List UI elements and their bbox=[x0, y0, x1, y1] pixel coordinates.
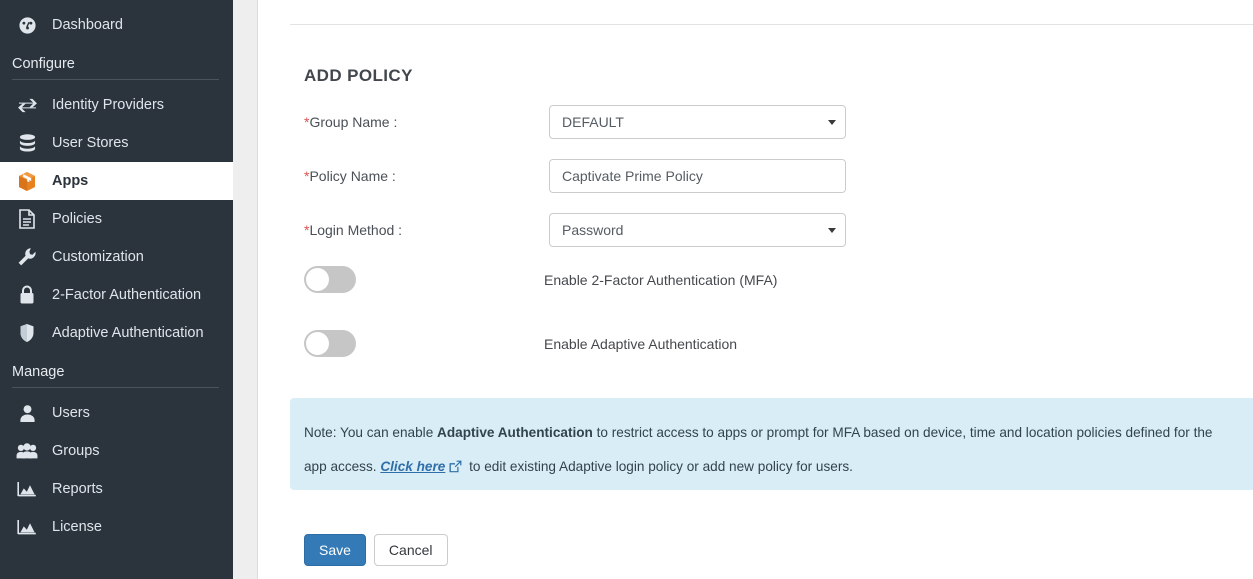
login-method-label: *Login Method : bbox=[304, 222, 549, 238]
toggle-knob bbox=[306, 332, 329, 355]
policy-name-label: *Policy Name : bbox=[304, 168, 549, 184]
form-row-login-method: *Login Method : Password bbox=[304, 213, 904, 247]
sidebar-item-label: Identity Providers bbox=[52, 98, 164, 113]
sidebar-item-label: Dashboard bbox=[52, 18, 123, 33]
toggle-knob bbox=[306, 268, 329, 291]
sidebar-item-identity-providers[interactable]: Identity Providers bbox=[0, 86, 233, 124]
form-actions: Save Cancel bbox=[304, 534, 448, 566]
sidebar-item-license[interactable]: License bbox=[0, 508, 233, 546]
sidebar-item-label: Groups bbox=[52, 444, 100, 459]
sidebar-item-apps[interactable]: Apps bbox=[0, 162, 233, 200]
note-text-bold: Adaptive Authentication bbox=[437, 425, 593, 440]
toggle-row-mfa: Enable 2-Factor Authentication (MFA) bbox=[304, 266, 1064, 293]
policy-name-value: Captivate Prime Policy bbox=[562, 168, 703, 184]
gauge-icon bbox=[14, 14, 40, 36]
sidebar-item-2-factor-authentication[interactable]: 2-Factor Authentication bbox=[0, 276, 233, 314]
document-icon bbox=[14, 208, 40, 230]
exchange-arrows-icon bbox=[14, 94, 40, 116]
chevron-down-icon bbox=[828, 120, 836, 125]
group-name-select[interactable]: DEFAULT bbox=[549, 105, 846, 139]
sidebar-item-label: Reports bbox=[52, 482, 103, 497]
group-name-value: DEFAULT bbox=[562, 114, 624, 130]
page-root: Dashboard Configure Identity Providers U… bbox=[0, 0, 1253, 579]
login-method-value: Password bbox=[562, 222, 623, 238]
sidebar-item-label: License bbox=[52, 520, 102, 535]
users-group-icon bbox=[14, 440, 40, 462]
click-here-link[interactable]: Click here bbox=[380, 459, 445, 474]
group-name-label: *Group Name : bbox=[304, 114, 549, 130]
sidebar-item-adaptive-authentication[interactable]: Adaptive Authentication bbox=[0, 314, 233, 352]
sidebar-item-reports[interactable]: Reports bbox=[0, 470, 233, 508]
sidebar-item-user-stores[interactable]: User Stores bbox=[0, 124, 233, 162]
login-method-select[interactable]: Password bbox=[549, 213, 846, 247]
wrench-icon bbox=[14, 246, 40, 268]
cancel-button[interactable]: Cancel bbox=[374, 534, 448, 566]
sidebar-divider bbox=[12, 79, 219, 80]
shield-icon bbox=[14, 322, 40, 344]
toggle-row-adaptive: Enable Adaptive Authentication bbox=[304, 330, 1064, 357]
policy-name-label-text: Policy Name : bbox=[309, 168, 395, 184]
lock-icon bbox=[14, 284, 40, 306]
main-content: ADD POLICY *Group Name : DEFAULT *Policy… bbox=[258, 0, 1253, 579]
sidebar-item-label: 2-Factor Authentication bbox=[52, 288, 201, 303]
save-button[interactable]: Save bbox=[304, 534, 366, 566]
policy-name-input[interactable]: Captivate Prime Policy bbox=[549, 159, 846, 193]
user-icon bbox=[14, 402, 40, 424]
sidebar-item-label: Apps bbox=[52, 174, 88, 189]
sidebar-item-groups[interactable]: Groups bbox=[0, 432, 233, 470]
sidebar-item-label: Adaptive Authentication bbox=[52, 326, 204, 341]
sidebar-item-label: Policies bbox=[52, 212, 102, 227]
box-icon bbox=[14, 170, 40, 192]
sidebar-section-manage: Manage bbox=[0, 352, 233, 388]
database-icon bbox=[14, 132, 40, 154]
sidebar-item-label: User Stores bbox=[52, 136, 129, 151]
sidebar-item-dashboard[interactable]: Dashboard bbox=[0, 6, 233, 44]
page-scrollbar[interactable] bbox=[233, 0, 258, 579]
note-text-part3: to edit existing Adaptive login policy o… bbox=[465, 459, 853, 474]
area-chart-icon bbox=[14, 516, 40, 538]
form-row-policy-name: *Policy Name : Captivate Prime Policy bbox=[304, 159, 904, 193]
sidebar-item-customization[interactable]: Customization bbox=[0, 238, 233, 276]
enable-2fa-toggle[interactable] bbox=[304, 266, 356, 293]
note-panel: Note: You can enable Adaptive Authentica… bbox=[290, 398, 1253, 490]
chevron-down-icon bbox=[828, 228, 836, 233]
page-title: ADD POLICY bbox=[304, 66, 413, 86]
area-chart-icon bbox=[14, 478, 40, 500]
sidebar-item-policies[interactable]: Policies bbox=[0, 200, 233, 238]
sidebar-section-label: Manage bbox=[0, 352, 233, 387]
enable-2fa-label: Enable 2-Factor Authentication (MFA) bbox=[544, 272, 777, 288]
content-top-divider bbox=[290, 24, 1253, 25]
sidebar-item-label: Customization bbox=[52, 250, 144, 265]
note-text-part1: Note: You can enable bbox=[304, 425, 437, 440]
sidebar-item-label: Users bbox=[52, 406, 90, 421]
group-name-label-text: Group Name : bbox=[309, 114, 397, 130]
enable-adaptive-auth-toggle[interactable] bbox=[304, 330, 356, 357]
sidebar-section-label: Configure bbox=[0, 44, 233, 79]
sidebar-divider bbox=[12, 387, 219, 388]
sidebar: Dashboard Configure Identity Providers U… bbox=[0, 0, 233, 579]
sidebar-section-configure: Configure bbox=[0, 44, 233, 80]
sidebar-item-users[interactable]: Users bbox=[0, 394, 233, 432]
external-link-icon bbox=[449, 452, 462, 486]
login-method-label-text: Login Method : bbox=[309, 222, 402, 238]
enable-adaptive-auth-label: Enable Adaptive Authentication bbox=[544, 336, 737, 352]
form-row-group-name: *Group Name : DEFAULT bbox=[304, 105, 904, 139]
